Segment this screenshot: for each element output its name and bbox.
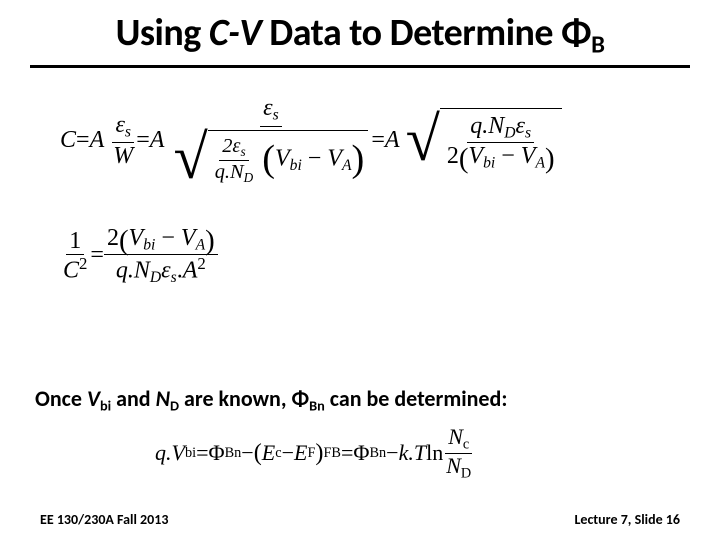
stmt-post: can be determined: <box>325 385 508 412</box>
eq2-rnv2: V <box>181 225 196 251</box>
eq1-rne: ε <box>516 113 525 139</box>
eq1-rds1: bi <box>483 155 495 172</box>
eq3-qvs: bi <box>185 445 196 462</box>
eq2-ls: 2 <box>79 254 87 273</box>
eq3-kt: k.T <box>399 440 427 466</box>
statement: Once Vbi and ND are known, ΦBn can be de… <box>35 385 507 414</box>
eq2-rdp: q.N <box>116 258 150 284</box>
eq1-eq2: = <box>136 127 150 154</box>
eq2-rnv1: V <box>129 225 144 251</box>
eq1-pv2: V <box>327 146 342 172</box>
eq3-frac: Nc ND <box>443 425 474 481</box>
eq3-pe: E <box>262 440 275 466</box>
eq3-qv: q.V <box>155 440 185 466</box>
slide: Using C-V Data to Determine ΦB C = A εs … <box>0 0 720 540</box>
stmt-and: and <box>111 385 155 412</box>
eq1-f1d: W <box>110 143 136 169</box>
stmt-pre: Once <box>35 385 87 412</box>
eq3-p2: Φ <box>353 440 369 466</box>
eq1-sins: s <box>240 144 245 159</box>
title-rule <box>30 65 690 68</box>
eq1-frac1: εs W <box>110 112 136 168</box>
eq1-rm: − <box>495 143 521 169</box>
eq3-fb: FB <box>323 445 341 462</box>
eq1-a3: A <box>385 127 400 154</box>
eq1-sids: D <box>244 169 254 184</box>
title-pre: Using <box>116 10 209 56</box>
stmt-v: V <box>87 385 100 412</box>
eq3-e1: = <box>196 440 208 466</box>
eq2-rns1: bi <box>143 237 155 254</box>
equation-1: C = A εs W = A εs √ 2εs <box>60 95 562 186</box>
eq1-rns1: D <box>504 125 515 142</box>
eq2-rds1: D <box>150 269 161 286</box>
eq2-rn2: 2 <box>107 225 119 251</box>
eq1-rds2: A <box>535 155 545 172</box>
title-cv: C-V <box>209 10 261 56</box>
eq1-sin: 2ε <box>222 135 240 157</box>
eq3-p2s: Bn <box>369 445 386 462</box>
footer-right: Lecture 7, Slide 16 <box>574 511 680 528</box>
eq1-f1ns: s <box>125 124 131 141</box>
eq2-rda: A <box>183 258 198 284</box>
title-sub: B <box>591 28 604 59</box>
eq3-pefs: F <box>307 445 315 462</box>
eq2-rde: ε <box>161 258 170 284</box>
eq2-eq: = <box>90 242 104 269</box>
eq3-fds: D <box>461 465 471 481</box>
eq3-fns: c <box>463 436 469 452</box>
eq1-c: C <box>60 127 76 154</box>
eq2-rdsu: 2 <box>197 254 205 273</box>
footer: EE 130/230A Fall 2013 Lecture 7, Slide 1… <box>40 511 680 528</box>
stmt-n: N <box>156 385 170 412</box>
eq3-p1: Φ <box>209 440 225 466</box>
eq1-a1: A <box>90 127 105 154</box>
eq1-frac2: εs √ 2εs q.ND (Vbi − VA) <box>170 95 371 186</box>
eq3-m2: − <box>386 440 398 466</box>
eq1-ps2: A <box>342 157 352 174</box>
eq1-eq3: = <box>371 127 385 154</box>
eq2-rhs: 2(Vbi − VA) q.NDεs.A2 <box>104 225 218 287</box>
eq1-rdv1: V <box>468 143 483 169</box>
eq1-f1n: ε <box>115 112 124 138</box>
stmt-mid: are known, Φ <box>179 385 309 412</box>
eq1-rn1: q.N <box>470 113 504 139</box>
eq3-pm: − <box>282 440 294 466</box>
eq1-f2ns: s <box>273 107 279 124</box>
eq3-fd: N <box>446 453 461 478</box>
eq1-ps1: bi <box>290 157 302 174</box>
equation-3: q.Vbi = ΦBn − (Ec − EF)FB = ΦBn − k.T ln… <box>155 425 474 481</box>
equation-2: 1 C2 = 2(Vbi − VA) q.NDεs.A2 <box>60 225 218 287</box>
eq1-rns2: s <box>525 125 531 142</box>
eq3-ln: ln <box>426 440 443 466</box>
slide-title: Using C-V Data to Determine ΦB <box>30 0 690 59</box>
eq1-sqrt-right: √ q.NDεs 2(Vbi − VA) <box>406 108 562 173</box>
eq1-pm: − <box>302 146 328 172</box>
footer-left: EE 130/230A Fall 2013 <box>40 511 168 528</box>
title-post: Data to Determine Φ <box>261 10 591 56</box>
eq3-fn: N <box>448 424 463 449</box>
eq3-pef: E <box>294 440 307 466</box>
stmt-ns: D <box>170 396 179 414</box>
eq2-ld: C <box>63 258 79 284</box>
eq1-rdv2: V <box>521 143 536 169</box>
eq3-p1s: Bn <box>225 445 242 462</box>
eq1-eq1: = <box>76 127 90 154</box>
stmt-vs: bi <box>100 396 111 414</box>
eq1-pv1: V <box>275 146 290 172</box>
eq1-rd2: 2 <box>447 143 459 169</box>
eq2-rnm: − <box>155 225 181 251</box>
eq3-e2: = <box>341 440 353 466</box>
eq1-a2: A <box>150 127 165 154</box>
stmt-ps: Bn <box>309 396 325 414</box>
eq1-sid: q.N <box>215 161 244 183</box>
eq2-rns2: A <box>196 237 206 254</box>
eq2-ln: 1 <box>66 228 84 255</box>
eq2-lhs: 1 C2 <box>60 228 90 283</box>
eq1-f2n: ε <box>263 95 272 121</box>
eq3-m1: − <box>241 440 253 466</box>
